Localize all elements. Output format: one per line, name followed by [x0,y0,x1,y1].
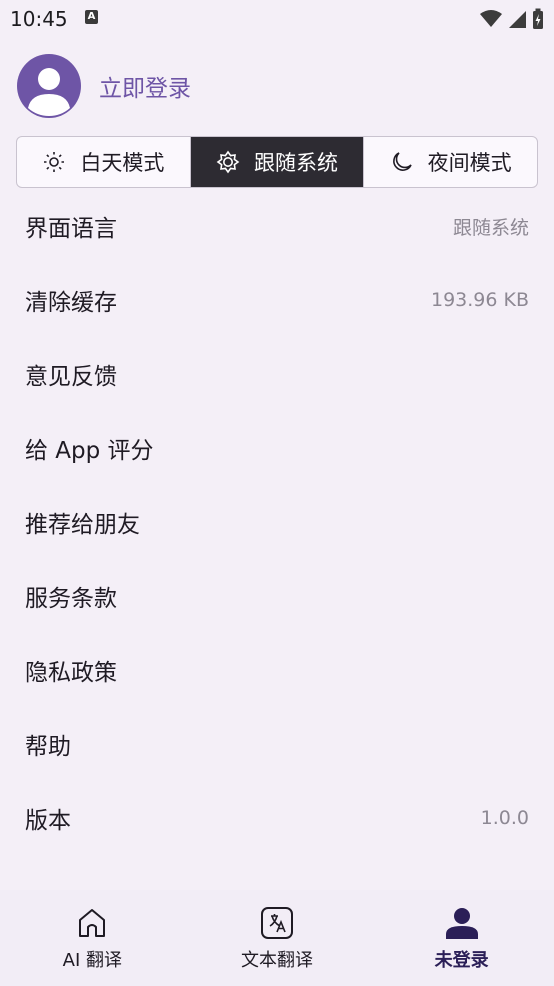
setting-rate-app[interactable]: 给 App 评分 [0,411,554,485]
setting-label: 界面语言 [25,216,117,242]
status-icons [480,8,544,30]
nav-account[interactable]: 未登录 [369,890,554,986]
login-link[interactable]: 立即登录 [99,69,191,103]
status-bar: 10:45 A [0,0,554,38]
theme-option-system[interactable]: 跟随系统 [190,137,365,187]
setting-label: 服务条款 [25,586,117,612]
translate-icon [261,907,293,939]
setting-label: 隐私政策 [25,660,117,686]
setting-value: 跟随系统 [452,216,529,239]
battery-charging-icon [533,8,543,29]
setting-label: 帮助 [25,734,71,760]
nav-text-translate[interactable]: 文本翻译 [185,890,370,986]
setting-value: 1.0.0 [480,807,529,829]
system-brightness-icon [216,150,240,174]
nav-ai-translate[interactable]: AI 翻译 [0,890,185,986]
setting-label: 版本 [25,808,71,834]
setting-value: 193.96 KB [430,289,529,311]
setting-feedback[interactable]: 意见反馈 [0,337,554,411]
person-icon [445,908,478,939]
setting-label: 意见反馈 [25,364,117,390]
setting-version[interactable]: 版本 1.0.0 [0,781,554,855]
setting-label: 推荐给朋友 [25,512,140,538]
setting-label: 清除缓存 [25,290,117,316]
notification-icon: A [85,10,98,24]
nav-label: AI 翻译 [62,950,122,971]
setting-clear-cache[interactable]: 清除缓存 193.96 KB [0,263,554,337]
setting-share[interactable]: 推荐给朋友 [0,485,554,559]
theme-option-dark[interactable]: 夜间模式 [364,137,537,187]
setting-label: 给 App 评分 [25,438,154,464]
sun-icon [44,152,65,172]
theme-option-label: 夜间模式 [427,151,512,175]
profile-header[interactable]: 立即登录 [17,54,191,118]
theme-segmented-control: 白天模式 跟随系统 夜间模式 [16,136,538,188]
setting-help[interactable]: 帮助 [0,707,554,781]
home-icon [79,909,106,937]
theme-option-label: 跟随系统 [254,151,338,175]
avatar[interactable] [17,54,81,118]
wifi-icon [480,10,502,27]
settings-list: 界面语言 跟随系统 清除缓存 193.96 KB 意见反馈 给 App 评分 推… [0,189,554,855]
setting-privacy[interactable]: 隐私政策 [0,633,554,707]
setting-terms[interactable]: 服务条款 [0,559,554,633]
theme-option-light[interactable]: 白天模式 [17,137,191,187]
moon-icon [392,152,412,171]
theme-option-label: 白天模式 [80,151,165,175]
bottom-navigation: AI 翻译 文本翻译 未登录 [0,890,554,986]
cellular-signal-icon [509,11,526,28]
status-time: 10:45 [10,7,68,31]
setting-language[interactable]: 界面语言 跟随系统 [0,189,554,263]
nav-label: 未登录 [434,950,489,971]
default-avatar-icon [28,68,70,116]
nav-label: 文本翻译 [241,950,313,971]
